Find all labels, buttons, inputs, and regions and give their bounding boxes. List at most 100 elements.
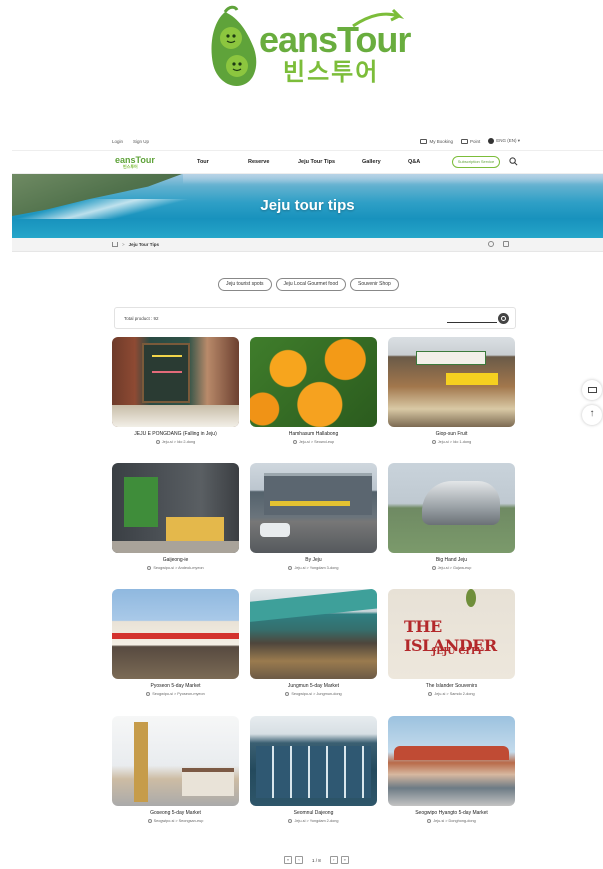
chip-tourist-spots[interactable]: Jeju tourist spots — [218, 278, 272, 291]
product-card[interactable]: Seomnul Dajeong Jeju-si > Yongdam 2-dong — [250, 716, 377, 823]
chip-gourmet-food[interactable]: Jeju Local Gourmet food — [275, 278, 347, 291]
product-location: Jeju-si > Donghong-dong — [388, 819, 515, 823]
contact-button[interactable] — [582, 380, 602, 400]
point-link[interactable]: Point — [460, 138, 481, 144]
product-name[interactable]: Jungmun 5-day Market — [250, 683, 377, 689]
product-location: Seogwipo-si > Pyoseon-myeon — [112, 692, 239, 696]
arrow-up-icon: ↑ — [589, 408, 595, 419]
home-icon[interactable] — [112, 242, 118, 247]
my-booking-link[interactable]: My Booking — [420, 138, 453, 144]
product-card[interactable]: Hamhasum Hallabong Jeju-si > Seowol-eup — [250, 337, 377, 444]
breadcrumb-current[interactable]: Jeju Tour Tips — [129, 242, 159, 247]
prev-page-button[interactable]: ‹ — [295, 856, 303, 864]
product-image[interactable] — [112, 589, 239, 679]
product-name[interactable]: Seogwipo Hyangto 5-day Market — [388, 810, 515, 816]
product-image[interactable] — [388, 463, 515, 553]
location-pin-icon — [427, 819, 432, 823]
product-image[interactable]: THE ISLANDER JEJU CITY — [388, 589, 515, 679]
product-name[interactable]: Gaijeong-ie — [112, 557, 239, 563]
my-booking-label: My Booking — [429, 138, 453, 144]
product-image[interactable] — [112, 716, 239, 806]
chip-souvenir-shop[interactable]: Souvenir Shop — [350, 278, 399, 291]
product-card[interactable]: THE ISLANDER JEJU CITY The Islander Souv… — [388, 589, 515, 696]
product-name[interactable]: Seomnul Dajeong — [250, 810, 377, 816]
product-image[interactable] — [112, 463, 239, 553]
product-location-text: Seogwipo-si > Jungmun-dong — [291, 692, 342, 696]
product-location: Seogwipo-si > Andeok-myeon — [112, 566, 239, 570]
page-tools — [488, 241, 509, 247]
product-location-text: Seogwipo-si > Seongsan-eup — [153, 819, 204, 823]
product-card[interactable]: By Jeju Jeju-si > Yongdam 3-dong — [250, 463, 377, 570]
brand-logo[interactable]: eansTour 빈스투어 — [203, 4, 415, 96]
chevron-right-icon: > — [122, 242, 125, 247]
product-name[interactable]: Pyoseon 5-day Market — [112, 683, 239, 689]
search-button[interactable] — [498, 313, 509, 324]
search-icon[interactable] — [509, 157, 518, 166]
nav-item-tour[interactable]: Tour — [197, 159, 248, 165]
page-indicator: 1 / 8 — [312, 857, 321, 863]
product-card[interactable]: Giop-sun Fruit Jeju-si > Ido 1-dong — [388, 337, 515, 444]
utility-bar: Login Sign Up My Booking Point ENG (EN) … — [112, 137, 520, 149]
login-link[interactable]: Login — [112, 139, 123, 144]
language-selector[interactable]: ENG (EN) ▾ — [488, 138, 520, 144]
product-name[interactable]: JEJU E PONGDANG (Falling in Jeju) — [112, 431, 239, 437]
search-input[interactable] — [447, 322, 497, 323]
subscription-button[interactable]: Subscription Service — [452, 156, 500, 168]
product-location-text: Jeju-si > Gujwa-eup — [437, 566, 472, 570]
product-card[interactable]: Jungmun 5-day Market Seogwipo-si > Jungm… — [250, 589, 377, 696]
point-label: Point — [469, 138, 481, 144]
product-name[interactable]: The Islander Souvenirs — [388, 683, 515, 689]
nav-item-gallery[interactable]: Gallery — [362, 159, 408, 165]
product-location: Jeju-si > Yongdam 3-dong — [250, 566, 377, 570]
product-location-text: Jeju-si > Ido 1-dong — [437, 440, 472, 444]
nav-logo[interactable]: eansTour 빈스투어 — [115, 155, 155, 170]
breadcrumb: > Jeju Tour Tips — [112, 242, 159, 247]
product-card[interactable]: Goseong 5-day Market Seogwipo-si > Seong… — [112, 716, 239, 823]
product-image[interactable] — [250, 337, 377, 427]
product-image[interactable] — [250, 716, 377, 806]
print-icon[interactable] — [503, 241, 509, 247]
product-location-text: Jeju-si > Seowol-eup — [298, 440, 335, 444]
product-location: Jeju-si > Ido 1-dong — [388, 440, 515, 444]
first-page-button[interactable]: « — [284, 856, 292, 864]
signup-link[interactable]: Sign Up — [133, 139, 149, 144]
product-location: Jeju-si > Ido 2-dong — [112, 440, 239, 444]
product-image[interactable] — [250, 463, 377, 553]
product-location: Jeju-si > Gujwa-eup — [388, 566, 515, 570]
nav-item-reserve[interactable]: Reserve — [248, 159, 298, 165]
product-name[interactable]: Hamhasum Hallabong — [250, 431, 377, 437]
point-icon — [460, 138, 468, 144]
result-toolbar: Total product : 92 — [114, 307, 516, 329]
product-image[interactable] — [112, 337, 239, 427]
logo-wordmark: eansTour — [259, 19, 411, 60]
location-pin-icon — [288, 566, 293, 570]
share-icon[interactable] — [488, 241, 494, 247]
product-location-text: Jeju-si > Yongdam 2-dong — [294, 819, 339, 823]
nav-item-jeju-tour-tips[interactable]: Jeju Tour Tips — [298, 159, 362, 165]
location-pin-icon — [285, 692, 290, 696]
last-page-button[interactable]: » — [340, 856, 349, 864]
product-name[interactable]: By Jeju — [250, 557, 377, 563]
globe-icon — [488, 138, 495, 144]
pagination: « ‹ 1 / 8 › » — [284, 856, 349, 864]
product-image[interactable] — [388, 716, 515, 806]
next-page-button[interactable]: › — [329, 856, 338, 864]
product-name[interactable]: Giop-sun Fruit — [388, 431, 515, 437]
product-card[interactable]: JEJU E PONGDANG (Falling in Jeju) Jeju-s… — [112, 337, 239, 444]
product-image[interactable] — [388, 337, 515, 427]
product-location-text: Jeju-si > Donghong-dong — [433, 819, 476, 823]
product-name[interactable]: Big Hand Jeju — [388, 557, 515, 563]
product-card[interactable]: Pyoseon 5-day Market Seogwipo-si > Pyose… — [112, 589, 239, 696]
nav-item-qna[interactable]: Q&A — [408, 159, 420, 165]
product-card[interactable]: Gaijeong-ie Seogwipo-si > Andeok-myeon — [112, 463, 239, 570]
product-card[interactable]: Seogwipo Hyangto 5-day Market Jeju-si > … — [388, 716, 515, 823]
product-image[interactable] — [250, 589, 377, 679]
page-title: Jeju tour tips — [260, 197, 355, 214]
total-count: Total product : 92 — [124, 316, 159, 321]
product-location: Seogwipo-si > Seongsan-eup — [112, 819, 239, 823]
product-card[interactable]: Big Hand Jeju Jeju-si > Gujwa-eup — [388, 463, 515, 570]
product-location: Jeju-si > Yongdam 2-dong — [250, 819, 377, 823]
scroll-top-button[interactable]: ↑ — [582, 405, 602, 425]
product-name[interactable]: Goseong 5-day Market — [112, 810, 239, 816]
mail-icon — [588, 387, 597, 393]
